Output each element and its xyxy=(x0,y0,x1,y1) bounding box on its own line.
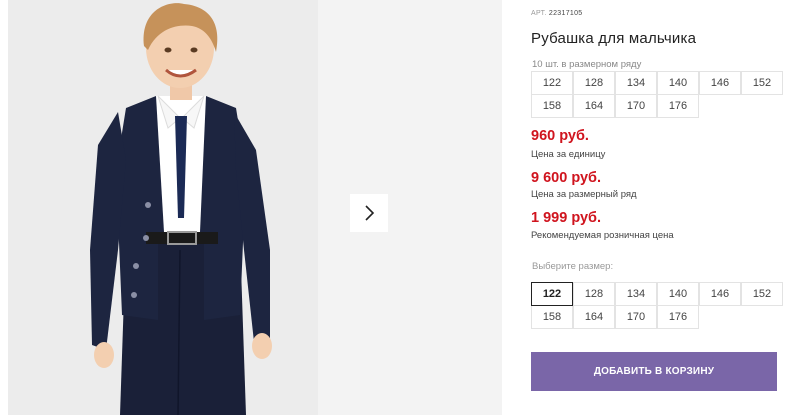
product-title: Рубашка для мальчика xyxy=(531,30,697,47)
boy-in-uniform-illustration xyxy=(90,3,272,415)
pack-size-grid: 122 128 134 140 146 152 158 164 170 176 xyxy=(531,71,783,118)
size-option-128[interactable]: 128 xyxy=(573,282,615,306)
size-option-176[interactable]: 176 xyxy=(657,305,699,329)
size-option-164[interactable]: 164 xyxy=(573,305,615,329)
article-label: АРТ. xyxy=(531,10,547,17)
next-image-button[interactable] xyxy=(350,194,388,232)
pack-size-cell: 164 xyxy=(573,94,615,118)
unit-price: 960 руб. xyxy=(531,128,589,144)
pack-size-cell: 176 xyxy=(657,94,699,118)
pack-size-note: 10 шт. в размерном ряду xyxy=(532,59,642,70)
size-option-134[interactable]: 134 xyxy=(615,282,657,306)
choose-size-label: Выберите размер: xyxy=(532,261,614,272)
pack-size-cell: 146 xyxy=(699,71,741,95)
product-photo xyxy=(8,0,318,415)
size-option-170[interactable]: 170 xyxy=(615,305,657,329)
add-to-cart-button[interactable]: ДОБАВИТЬ В КОРЗИНУ xyxy=(531,352,777,391)
size-selector: 122 128 134 140 146 152 158 164 170 176 xyxy=(531,282,783,329)
size-option-152[interactable]: 152 xyxy=(741,282,783,306)
article-number: АРТ. 22317105 xyxy=(531,10,582,17)
retail-price-label: Рекомендуемая розничная цена xyxy=(531,230,674,241)
size-option-146[interactable]: 146 xyxy=(699,282,741,306)
pack-size-cell: 134 xyxy=(615,71,657,95)
size-option-122[interactable]: 122 xyxy=(531,282,573,306)
pack-size-cell: 122 xyxy=(531,71,573,95)
pack-size-cell: 128 xyxy=(573,71,615,95)
pack-size-cell: 152 xyxy=(741,71,783,95)
pack-price: 9 600 руб. xyxy=(531,170,602,186)
unit-price-label: Цена за единицу xyxy=(531,149,606,160)
retail-price: 1 999 руб. xyxy=(531,210,602,226)
pack-price-label: Цена за размерный ряд xyxy=(531,189,637,200)
pack-size-cell: 140 xyxy=(657,71,699,95)
product-gallery xyxy=(8,0,502,415)
chevron-right-icon xyxy=(365,205,375,221)
size-option-158[interactable]: 158 xyxy=(531,305,573,329)
pack-size-cell: 158 xyxy=(531,94,573,118)
pack-size-cell: 170 xyxy=(615,94,657,118)
size-option-140[interactable]: 140 xyxy=(657,282,699,306)
article-value: 22317105 xyxy=(548,10,583,17)
